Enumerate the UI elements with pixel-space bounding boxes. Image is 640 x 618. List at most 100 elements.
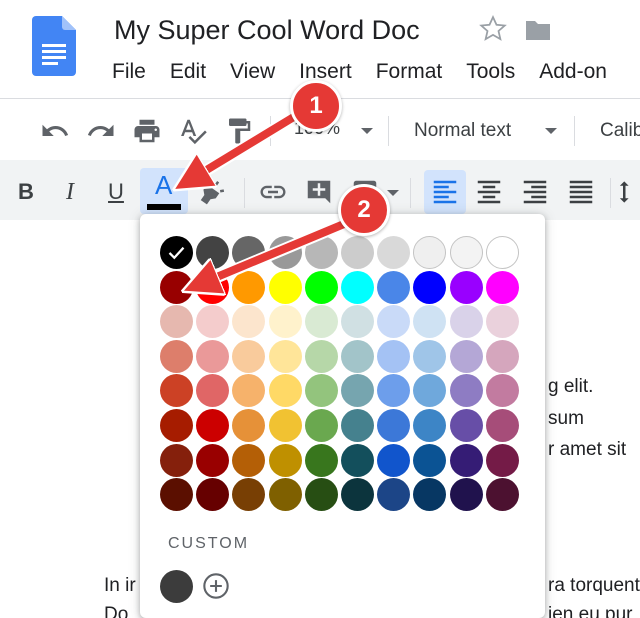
color-swatch[interactable] [160, 409, 193, 442]
doc-text-line[interactable]: ra torquent [548, 575, 640, 597]
color-swatch[interactable] [341, 236, 374, 269]
color-swatch[interactable] [160, 374, 193, 408]
color-swatch[interactable] [196, 374, 230, 408]
link-icon[interactable] [258, 177, 288, 207]
color-swatch[interactable] [232, 374, 266, 408]
color-swatch[interactable] [304, 443, 338, 477]
star-icon[interactable] [478, 14, 508, 44]
color-swatch[interactable] [268, 305, 302, 339]
color-swatch[interactable] [449, 339, 483, 373]
color-swatch[interactable] [268, 270, 302, 304]
color-swatch[interactable] [160, 443, 193, 477]
color-swatch[interactable] [232, 270, 266, 304]
justify-icon[interactable] [566, 177, 596, 207]
folder-icon[interactable] [524, 18, 552, 42]
color-swatch[interactable] [268, 478, 302, 512]
color-swatch[interactable] [377, 478, 411, 512]
color-swatch[interactable] [196, 478, 230, 512]
color-swatch[interactable] [304, 478, 338, 512]
underline-button[interactable]: U [98, 172, 134, 212]
docs-logo-icon[interactable] [32, 16, 76, 76]
doc-text-line[interactable]: g elit. [548, 376, 593, 398]
color-swatch[interactable] [196, 305, 230, 339]
color-swatch[interactable] [449, 478, 483, 512]
menu-edit[interactable]: Edit [170, 60, 206, 84]
color-swatch[interactable] [485, 374, 519, 408]
italic-button[interactable]: I [52, 172, 88, 212]
zoom-dropdown-icon[interactable] [360, 126, 374, 136]
color-swatch[interactable] [341, 374, 374, 408]
align-left-button[interactable] [424, 170, 466, 214]
color-swatch[interactable] [232, 305, 266, 339]
color-swatch[interactable] [160, 236, 193, 269]
color-swatch[interactable] [232, 339, 266, 373]
add-custom-color-icon[interactable] [202, 572, 230, 600]
color-swatch[interactable] [377, 236, 411, 269]
color-swatch[interactable] [304, 270, 338, 304]
color-swatch[interactable] [413, 478, 447, 512]
color-swatch[interactable] [268, 339, 302, 373]
color-swatch[interactable] [413, 443, 447, 477]
doc-text-line[interactable]: r amet sit [548, 439, 626, 461]
color-swatch[interactable] [160, 270, 193, 304]
menu-file[interactable]: File [112, 60, 146, 84]
color-swatch[interactable] [485, 270, 519, 304]
color-swatch[interactable] [413, 236, 447, 269]
color-swatch[interactable] [413, 270, 447, 304]
color-swatch[interactable] [413, 339, 447, 373]
color-swatch[interactable] [196, 339, 230, 373]
color-swatch[interactable] [377, 443, 411, 477]
color-swatch[interactable] [232, 409, 266, 442]
color-swatch[interactable] [232, 478, 266, 512]
color-swatch[interactable] [413, 374, 447, 408]
bold-button[interactable]: B [8, 172, 44, 212]
color-swatch[interactable] [449, 409, 483, 442]
color-swatch[interactable] [268, 443, 302, 477]
doc-text-line[interactable]: Do [104, 604, 128, 618]
color-swatch[interactable] [341, 339, 374, 373]
menu-format[interactable]: Format [376, 60, 443, 84]
color-swatch[interactable] [449, 236, 483, 269]
color-swatch[interactable] [341, 270, 374, 304]
color-swatch[interactable] [377, 339, 411, 373]
redo-icon[interactable] [86, 116, 116, 146]
spellcheck-icon[interactable] [178, 116, 208, 146]
color-swatch[interactable] [413, 409, 447, 442]
color-swatch[interactable] [196, 236, 230, 269]
color-swatch[interactable] [449, 270, 483, 304]
paint-format-icon[interactable] [224, 116, 254, 146]
color-swatch[interactable] [449, 305, 483, 339]
color-swatch[interactable] [304, 305, 338, 339]
font-select[interactable]: Calib [600, 120, 640, 142]
align-right-icon[interactable] [520, 177, 550, 207]
color-swatch[interactable] [341, 478, 374, 512]
color-swatch[interactable] [485, 409, 519, 442]
align-center-icon[interactable] [474, 177, 504, 207]
color-swatch[interactable] [377, 305, 411, 339]
doc-text-line[interactable]: ien eu pur [548, 604, 633, 618]
menu-view[interactable]: View [230, 60, 275, 84]
color-swatch[interactable] [304, 409, 338, 442]
color-swatch[interactable] [196, 409, 230, 442]
color-swatch[interactable] [304, 374, 338, 408]
print-icon[interactable] [132, 116, 162, 146]
color-swatch[interactable] [485, 478, 519, 512]
menu-tools[interactable]: Tools [466, 60, 515, 84]
add-comment-icon[interactable] [304, 177, 334, 207]
doc-title[interactable]: My Super Cool Word Doc [114, 15, 420, 46]
paragraph-style-select[interactable]: Normal text [414, 120, 511, 142]
color-swatch[interactable] [160, 478, 193, 512]
color-swatch[interactable] [341, 443, 374, 477]
color-swatch[interactable] [485, 443, 519, 477]
doc-text-line[interactable]: In ir [104, 575, 136, 597]
color-swatch[interactable] [485, 305, 519, 339]
color-swatch[interactable] [160, 305, 193, 339]
color-swatch[interactable] [341, 409, 374, 442]
color-swatch[interactable] [160, 339, 193, 373]
undo-icon[interactable] [40, 116, 70, 146]
image-dropdown-icon[interactable] [386, 188, 400, 198]
color-swatch[interactable] [268, 374, 302, 408]
color-swatch[interactable] [413, 305, 447, 339]
color-swatch[interactable] [304, 236, 338, 269]
color-swatch[interactable] [377, 270, 411, 304]
